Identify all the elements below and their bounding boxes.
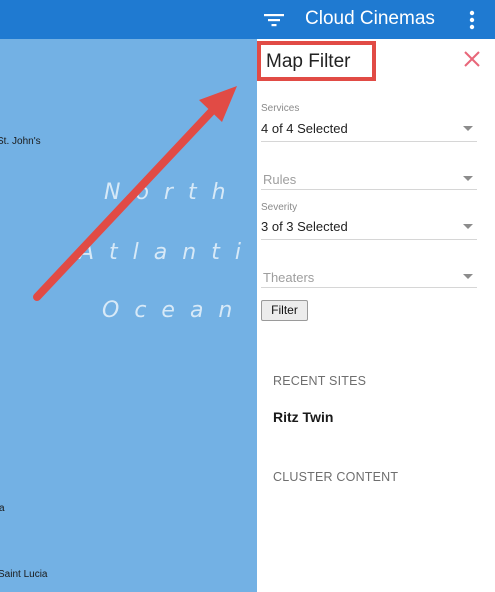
services-label: Services: [261, 103, 300, 114]
chevron-down-icon: [463, 274, 473, 279]
app-bar: Cloud Cinemas: [0, 0, 495, 39]
chevron-down-icon: [463, 126, 473, 131]
theaters-placeholder: Theaters: [263, 270, 315, 285]
severity-select[interactable]: Severity 3 of 3 Selected: [261, 199, 477, 240]
chevron-down-icon: [463, 176, 473, 181]
chevron-down-icon: [463, 224, 473, 229]
cluster-content-heading: CLUSTER CONTENT: [273, 470, 399, 484]
map-label-st-johns: St. John's: [0, 136, 41, 147]
severity-value: 3 of 3 Selected: [261, 219, 348, 234]
app-title: Cloud Cinemas: [305, 8, 435, 29]
map-label-partial: a: [0, 503, 5, 514]
services-select[interactable]: Services 4 of 4 Selected: [261, 101, 477, 142]
more-vert-icon[interactable]: [462, 9, 482, 31]
close-icon[interactable]: [463, 50, 481, 68]
map-view[interactable]: St. John's a Saint Lucia North Atlantic …: [0, 39, 257, 592]
filter-list-icon[interactable]: [262, 9, 286, 31]
services-value: 4 of 4 Selected: [261, 121, 348, 136]
rules-placeholder: Rules: [263, 172, 297, 187]
filter-button[interactable]: Filter: [261, 300, 308, 321]
rules-select[interactable]: Rules: [261, 163, 477, 190]
ocean-label-north: North: [104, 180, 241, 205]
severity-label: Severity: [261, 202, 298, 213]
recent-site-item[interactable]: Ritz Twin: [273, 409, 333, 425]
map-label-saint-lucia: Saint Lucia: [0, 569, 48, 580]
highlight-box: Map Filter: [257, 41, 376, 81]
ocean-label-ocean: Ocean: [102, 298, 248, 323]
panel-title: Map Filter: [266, 51, 351, 72]
recent-sites-heading: RECENT SITES: [273, 374, 367, 388]
ocean-label-atlantic: Atlantic: [79, 240, 257, 265]
theaters-select[interactable]: Theaters: [261, 261, 477, 288]
map-filter-panel: Map Filter Services 4 of 4 Selected Rule…: [257, 39, 495, 592]
